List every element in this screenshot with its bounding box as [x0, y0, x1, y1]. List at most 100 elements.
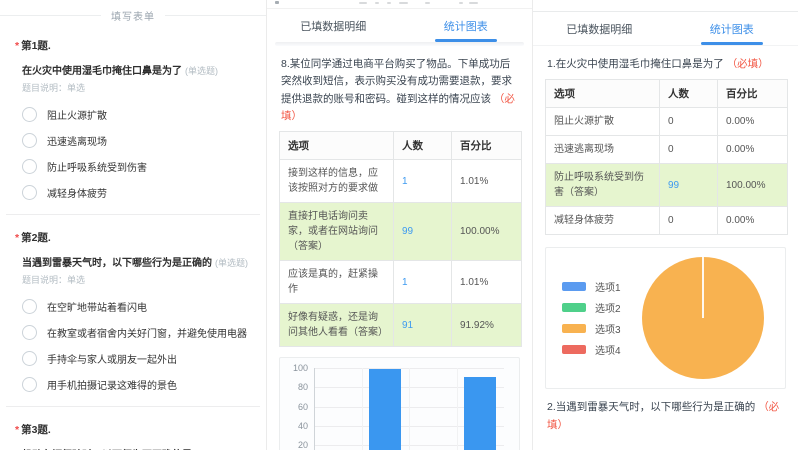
tab-filled-data[interactable]: 已填数据明细 [267, 9, 400, 42]
y-axis-line [314, 368, 315, 450]
stats-panel-q8[interactable]: 已填数据明细 统计图表 8.某位同学通过电商平台购买了物品。下单成功后突然收到短… [266, 0, 532, 450]
answer-row: 直接打电话询问卖家，或者在网站询问（答案）99100.00% [280, 203, 522, 261]
percent-cell: 100.00% [452, 203, 522, 261]
column-header: 百分比 [718, 80, 788, 108]
question-number-label: 第2题. [21, 232, 51, 244]
legend-swatch [562, 282, 586, 291]
form-header: 填写表单 [0, 8, 266, 23]
radio-icon [22, 159, 37, 174]
pie-slice-divider [702, 257, 704, 318]
cropped-toolbar [267, 0, 532, 9]
option-list: 在空旷地带站着看闪电在教室或者宿舍内关好门窗，并避免使用电器手持伞与家人或朋友一… [22, 299, 252, 392]
radio-option[interactable]: 迅速逃离现场 [22, 133, 252, 148]
radio-option[interactable]: 阻止火源扩散 [22, 107, 252, 122]
y-axis-tick-label: 60 [282, 402, 308, 412]
question-block: *第1题.在火灾中使用湿毛巾掩住口鼻是为了(单选题)题目说明：单选阻止火源扩散迅… [0, 38, 266, 200]
stats-panel-q1[interactable]: 已填数据明细 统计图表 1.在火灾中使用湿毛巾掩住口鼻是为了 （必填） 选项人数… [532, 0, 798, 450]
gridline-vertical [362, 368, 363, 450]
option-cell: 迅速逃离现场 [546, 136, 660, 164]
top-divider [533, 0, 798, 12]
column-header: 人数 [660, 80, 718, 108]
stats-table: 选项人数百分比接到这样的信息，应该按照对方的要求做11.01%直接打电话询问卖家… [279, 131, 522, 347]
option-cell: 好像有疑惑，还是询问其他人看看（答案） [280, 304, 394, 347]
tab-filled-data[interactable]: 已填数据明细 [533, 12, 666, 45]
radio-option[interactable]: 用手机拍摄记录这难得的景色 [22, 377, 252, 392]
column-header: 选项 [546, 80, 660, 108]
radio-option[interactable]: 手持伞与家人或朋友一起外出 [22, 351, 252, 366]
question-title-text: 当遇到雷暴天气时，以下哪些行为是正确的 [22, 258, 212, 269]
y-axis-tick-label: 20 [282, 440, 308, 450]
pie-area [621, 257, 785, 379]
question-type-tag: (单选题) [215, 258, 248, 268]
tab-stats-chart[interactable]: 统计图表 [666, 12, 799, 45]
radio-label: 在教室或者宿舍内关好门窗，并避免使用电器 [47, 325, 247, 340]
radio-label: 手持伞与家人或朋友一起外出 [47, 351, 177, 366]
question-title: 在火灾中使用湿毛巾掩住口鼻是为了(单选题) [22, 62, 252, 77]
question-title: 机动车辆行驶时，以下行为不正确的是(单选题) [22, 446, 252, 450]
y-axis-tick-label: 100 [282, 363, 308, 373]
legend-item: 选项2 [562, 300, 621, 315]
radio-icon [22, 351, 37, 366]
question-text-next: 2.当遇到雷暴天气时，以下哪些行为是正确的 （必填） [547, 399, 784, 434]
y-axis-tick-label: 40 [282, 421, 308, 431]
question-title-text: 在火灾中使用湿毛巾掩住口鼻是为了 [22, 66, 182, 77]
form-fill-panel[interactable]: 填写表单 *第1题.在火灾中使用湿毛巾掩住口鼻是为了(单选题)题目说明：单选阻止… [0, 0, 266, 450]
option-cell: 阻止火源扩散 [546, 108, 660, 136]
question-number: *第2题. [22, 230, 252, 245]
question-block: *第3题.机动车辆行驶时，以下行为不正确的是(单选题)题目说明：单选 [0, 422, 266, 450]
question-text: 1.在火灾中使用湿毛巾掩住口鼻是为了 （必填） [547, 56, 784, 73]
table-row: 减轻身体疲劳00.00% [546, 207, 788, 235]
question-block: *第2题.当遇到雷暴天气时，以下哪些行为是正确的(单选题)题目说明：单选在空旷地… [0, 230, 266, 392]
table-row: 接到这样的信息，应该按照对方的要求做11.01% [280, 160, 522, 203]
y-axis-tick-label: 80 [282, 382, 308, 392]
radio-option[interactable]: 防止呼吸系统受到伤害 [22, 159, 252, 174]
radio-option[interactable]: 减轻身体疲劳 [22, 185, 252, 200]
radio-option[interactable]: 在教室或者宿舍内关好门窗，并避免使用电器 [22, 325, 252, 340]
required-badge: （必填） [727, 58, 769, 70]
percent-cell: 0.00% [718, 207, 788, 235]
column-header: 选项 [280, 132, 394, 160]
answer-row: 好像有疑惑，还是询问其他人看看（答案）9191.92% [280, 304, 522, 347]
required-asterisk: * [15, 424, 19, 436]
column-header: 百分比 [452, 132, 522, 160]
count-cell[interactable]: 1 [394, 160, 452, 203]
question-number-label: 第1题. [21, 40, 51, 52]
pie-chart: 选项1 选项2 选项3 选项4 [545, 247, 786, 389]
legend-label: 选项4 [595, 342, 621, 357]
legend-item: 选项3 [562, 321, 621, 336]
bar [369, 369, 401, 450]
option-cell: 接到这样的信息，应该按照对方的要求做 [280, 160, 394, 203]
tabbar-shadow [275, 42, 524, 46]
count-cell[interactable]: 99 [394, 203, 452, 261]
percent-cell: 1.01% [452, 160, 522, 203]
radio-icon [22, 107, 37, 122]
legend-item: 选项1 [562, 279, 621, 294]
count-cell[interactable]: 91 [394, 304, 452, 347]
legend-item: 选项4 [562, 342, 621, 357]
radio-icon [22, 299, 37, 314]
screenshot-root: 填写表单 *第1题.在火灾中使用湿毛巾掩住口鼻是为了(单选题)题目说明：单选阻止… [0, 0, 800, 450]
legend-label: 选项3 [595, 321, 621, 336]
tab-stats-chart[interactable]: 统计图表 [400, 9, 533, 42]
answer-row: 防止呼吸系统受到伤害（答案）99100.00% [546, 164, 788, 207]
gridline-vertical [409, 368, 410, 450]
radio-option[interactable]: 在空旷地带站着看闪电 [22, 299, 252, 314]
question-body: 8.某位同学通过电商平台购买了物品。下单成功后突然收到短信，表示购买没有成功需要… [281, 58, 512, 105]
question-description: 题目说明：单选 [22, 273, 252, 286]
option-cell: 直接打电话询问卖家，或者在网站询问（答案） [280, 203, 394, 261]
form-header-title: 填写表单 [101, 8, 165, 23]
required-asterisk: * [15, 40, 19, 52]
percent-cell: 100.00% [718, 164, 788, 207]
percent-cell: 0.00% [718, 136, 788, 164]
legend-label: 选项1 [595, 279, 621, 294]
question-number: *第3题. [22, 422, 252, 437]
legend-label: 选项2 [595, 300, 621, 315]
bar [464, 377, 496, 450]
radio-icon [22, 377, 37, 392]
question-divider [6, 406, 260, 407]
count-cell[interactable]: 1 [394, 261, 452, 304]
count-cell[interactable]: 99 [660, 164, 718, 207]
table-row: 应该是真的，赶紧操作11.01% [280, 261, 522, 304]
question-text: 8.某位同学通过电商平台购买了物品。下单成功后突然收到短信，表示购买没有成功需要… [281, 56, 518, 125]
question-type-tag: (单选题) [185, 66, 218, 76]
